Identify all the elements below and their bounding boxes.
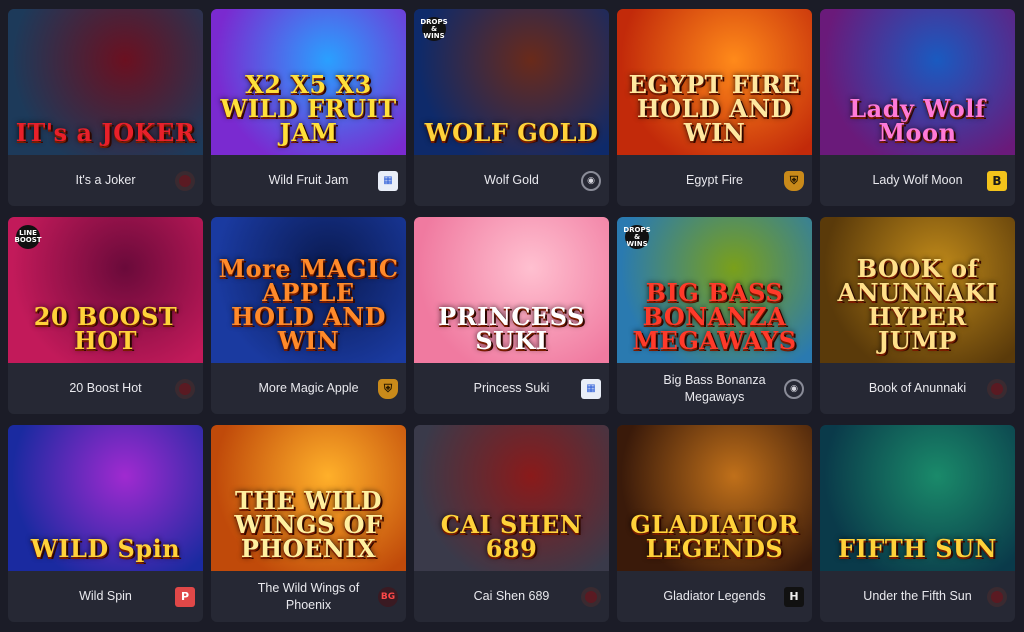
game-thumbnail[interactable]: LINE BOOST 20 BOOST HOT [8, 217, 203, 363]
game-card[interactable]: Lady Wolf Moon Lady Wolf Moon B [820, 9, 1015, 206]
h-square-provider-icon: H [784, 586, 804, 607]
game-thumbnail[interactable]: BOOK of ANUNNAKI HYPER JUMP [820, 217, 1015, 363]
game-name[interactable]: Wild Spin [16, 588, 195, 605]
game-name[interactable]: Wild Fruit Jam [219, 172, 398, 189]
game-name[interactable]: 20 Boost Hot [16, 380, 195, 397]
game-card[interactable]: PRINCESS SUKI Princess Suki ▦ [414, 217, 609, 414]
game-card[interactable]: WILD Spin Wild Spin P [8, 425, 203, 622]
game-name[interactable]: Under the Fifth Sun [828, 588, 1007, 605]
game-logo-text: BIG BASS BONANZA MEGAWAYS [632, 278, 797, 355]
game-card[interactable]: FIFTH SUN Under the Fifth Sun [820, 425, 1015, 622]
red-dot-provider-icon [581, 586, 601, 607]
game-logo-text: THE WILD WINGS OF PHOENIX [234, 486, 383, 563]
game-info-bar: 20 Boost Hot [8, 363, 203, 414]
game-thumbnail[interactable]: X2 X5 X3 WILD FRUIT JAM [211, 9, 406, 155]
game-card[interactable]: GLADIATOR LEGENDS Gladiator Legends H [617, 425, 812, 622]
shield-provider-icon: ⛨ [784, 170, 804, 191]
game-thumbnail[interactable]: DROPS & WINS WOLF GOLD [414, 9, 609, 155]
game-logo-text: BOOK of ANUNNAKI HYPER JUMP [837, 254, 998, 355]
promo-badge: DROPS & WINS [420, 17, 448, 41]
game-card[interactable]: X2 X5 X3 WILD FRUIT JAM Wild Fruit Jam ▦ [211, 9, 406, 206]
game-name[interactable]: Gladiator Legends [625, 588, 804, 605]
bomb-provider-icon: ◉ [784, 378, 804, 399]
game-card[interactable]: IT's a JOKER It's a Joker [8, 9, 203, 206]
p-square-provider-icon: P [175, 586, 195, 607]
game-name[interactable]: The Wild Wings of Phoenix [219, 580, 398, 614]
game-logo-text: WOLF GOLD [424, 118, 599, 147]
game-thumbnail[interactable]: More MAGIC APPLE HOLD AND WIN [211, 217, 406, 363]
game-card[interactable]: DROPS & WINS WOLF GOLD Wolf Gold ◉ [414, 9, 609, 206]
game-card[interactable]: EGYPT FIRE HOLD AND WIN Egypt Fire ⛨ [617, 9, 812, 206]
game-thumbnail[interactable]: CAI SHEN 689 [414, 425, 609, 571]
red-dot-provider-icon [987, 378, 1007, 399]
game-info-bar: Wild Spin P [8, 571, 203, 622]
game-info-bar: It's a Joker [8, 155, 203, 206]
game-card[interactable]: BOOK of ANUNNAKI HYPER JUMP Book of Anunn… [820, 217, 1015, 414]
game-name[interactable]: Big Bass Bonanza Megaways [625, 372, 804, 406]
red-dot-provider-icon [175, 378, 195, 399]
game-logo-text: 20 BOOST HOT [33, 302, 178, 355]
game-info-bar: Cai Shen 689 [414, 571, 609, 622]
shield-provider-icon: ⛨ [378, 378, 398, 399]
game-card[interactable]: LINE BOOST 20 BOOST HOT 20 Boost Hot [8, 217, 203, 414]
game-info-bar: Egypt Fire ⛨ [617, 155, 812, 206]
promo-badge: LINE BOOST [14, 225, 42, 249]
game-name[interactable]: Wolf Gold [422, 172, 601, 189]
game-info-bar: More Magic Apple ⛨ [211, 363, 406, 414]
game-thumbnail[interactable]: THE WILD WINGS OF PHOENIX [211, 425, 406, 571]
game-name[interactable]: Lady Wolf Moon [828, 172, 1007, 189]
blue-square-provider-icon: ▦ [378, 170, 398, 191]
game-thumbnail[interactable]: FIFTH SUN [820, 425, 1015, 571]
game-info-bar: Wolf Gold ◉ [414, 155, 609, 206]
game-info-bar: Under the Fifth Sun [820, 571, 1015, 622]
game-logo-text: X2 X5 X3 WILD FRUIT JAM [220, 70, 397, 147]
game-info-bar: Wild Fruit Jam ▦ [211, 155, 406, 206]
game-grid: IT's a JOKER It's a Joker X2 X5 X3 WILD FR… [8, 9, 1015, 622]
game-name[interactable]: It's a Joker [16, 172, 195, 189]
game-thumbnail[interactable]: WILD Spin [8, 425, 203, 571]
game-logo-text: Lady Wolf Moon [849, 94, 986, 147]
red-dot-provider-icon [987, 586, 1007, 607]
game-info-bar: The Wild Wings of Phoenix BG [211, 571, 406, 622]
game-card[interactable]: CAI SHEN 689 Cai Shen 689 [414, 425, 609, 622]
game-info-bar: Gladiator Legends H [617, 571, 812, 622]
game-name[interactable]: Book of Anunnaki [828, 380, 1007, 397]
game-thumbnail[interactable]: PRINCESS SUKI [414, 217, 609, 363]
game-card[interactable]: More MAGIC APPLE HOLD AND WIN More Magic … [211, 217, 406, 414]
game-thumbnail[interactable]: DROPS & WINS BIG BASS BONANZA MEGAWAYS [617, 217, 812, 363]
game-info-bar: Princess Suki ▦ [414, 363, 609, 414]
game-name[interactable]: More Magic Apple [219, 380, 398, 397]
game-name[interactable]: Egypt Fire [625, 172, 804, 189]
b-square-provider-icon: B [987, 170, 1007, 191]
game-logo-text: PRINCESS SUKI [438, 302, 585, 355]
game-thumbnail[interactable]: IT's a JOKER [8, 9, 203, 155]
game-logo-text: EGYPT FIRE HOLD AND WIN [628, 70, 801, 147]
red-dot-provider-icon [175, 170, 195, 191]
game-name[interactable]: Princess Suki [422, 380, 601, 397]
game-thumbnail[interactable]: Lady Wolf Moon [820, 9, 1015, 155]
game-logo-text: CAI SHEN 689 [440, 510, 583, 563]
game-info-bar: Book of Anunnaki [820, 363, 1015, 414]
game-card[interactable]: DROPS & WINS BIG BASS BONANZA MEGAWAYS Big… [617, 217, 812, 414]
game-name[interactable]: Cai Shen 689 [422, 588, 601, 605]
game-thumbnail[interactable]: EGYPT FIRE HOLD AND WIN [617, 9, 812, 155]
game-card[interactable]: THE WILD WINGS OF PHOENIX The Wild Wings … [211, 425, 406, 622]
blue-square-provider-icon: ▦ [581, 378, 601, 399]
bg-provider-icon: BG [378, 586, 398, 607]
game-logo-text: GLADIATOR LEGENDS [630, 510, 799, 563]
game-info-bar: Big Bass Bonanza Megaways ◉ [617, 363, 812, 414]
bomb-provider-icon: ◉ [581, 170, 601, 191]
promo-badge: DROPS & WINS [623, 225, 651, 249]
game-thumbnail[interactable]: GLADIATOR LEGENDS [617, 425, 812, 571]
game-logo-text: IT's a JOKER [15, 118, 196, 147]
game-logo-text: More MAGIC APPLE HOLD AND WIN [218, 254, 399, 355]
game-info-bar: Lady Wolf Moon B [820, 155, 1015, 206]
game-logo-text: WILD Spin [30, 534, 181, 563]
game-logo-text: FIFTH SUN [838, 534, 997, 563]
